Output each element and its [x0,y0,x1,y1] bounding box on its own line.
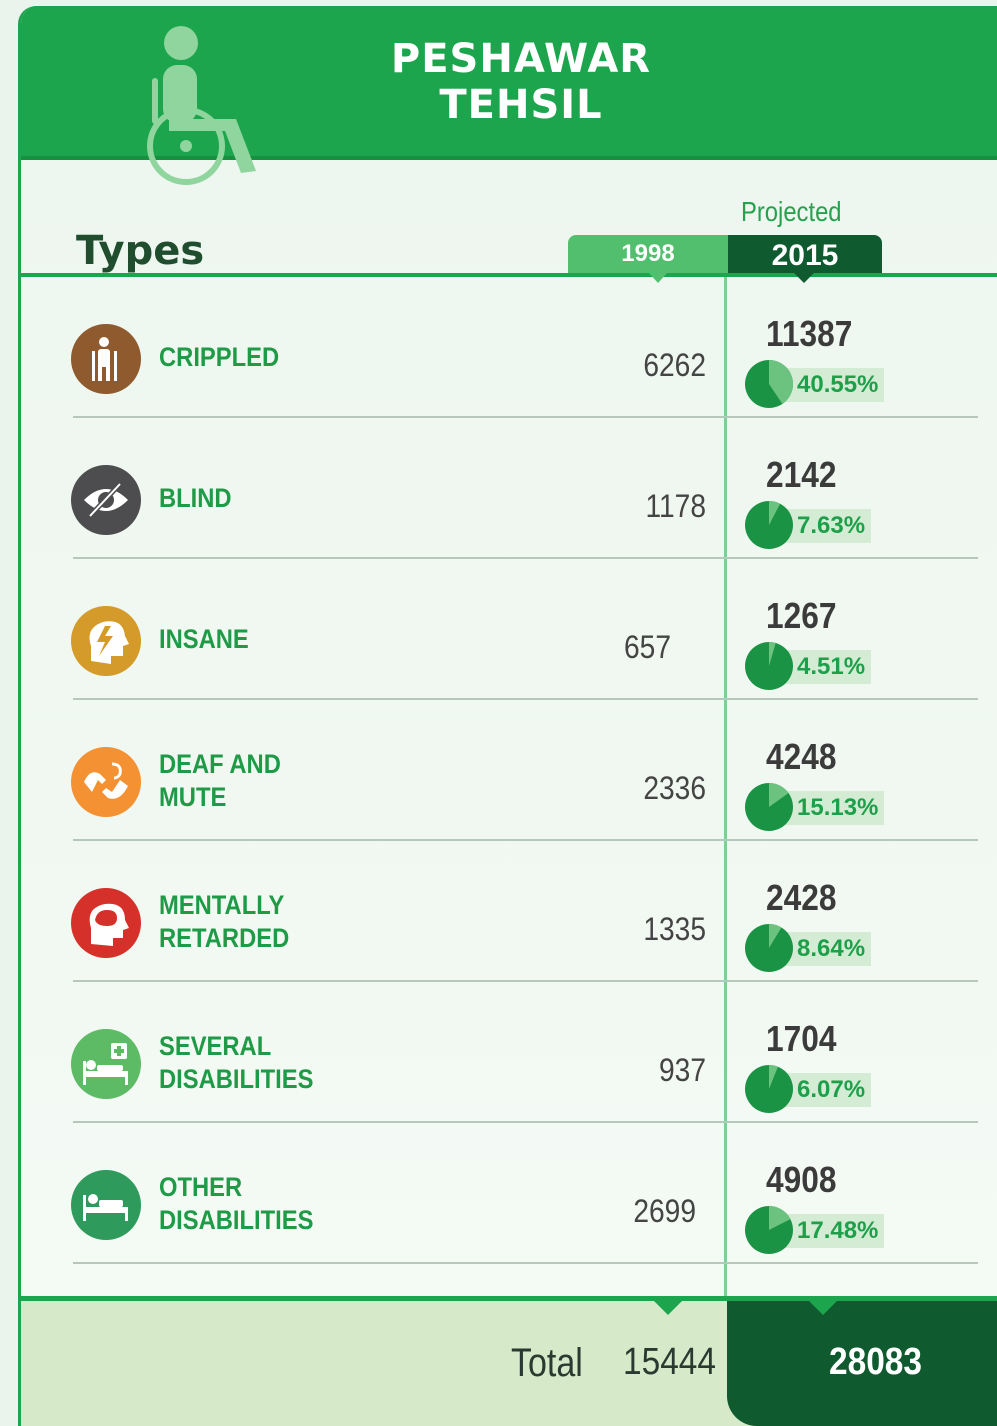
percent-pie [745,1065,793,1113]
row-label-line2: RETARDED [159,923,290,953]
value-2015: 4908 [766,1159,837,1200]
row-type-label: MENTALLY RETARDED [159,889,379,955]
percent-badge: 6.07% [781,1073,872,1107]
value-2015: 1267 [766,595,837,636]
row-label-line1: BLIND [159,483,232,513]
crutches-person-icon [71,324,141,394]
infographic-card: PESHAWAR TEHSIL Types Projected 1998 201… [18,6,997,1426]
row-label-line1: MENTALLY [159,890,285,920]
row-type-label: SEVERAL DISABILITIES [159,1030,379,1096]
row-label-line2: DISABILITIES [159,1205,314,1235]
value-2015: 2142 [766,454,837,495]
percent-badge: 4.51% [781,650,872,684]
bed-person-icon [71,1170,141,1240]
value-1998: 2699 [633,1193,696,1229]
percent-pie [745,1206,793,1254]
total-2015-pointer [809,1301,837,1315]
table-row: BLIND 1178 2142 7.63% [21,418,997,559]
row-label-line2: DISABILITIES [159,1064,314,1094]
table-row: CRIPPLED 6262 11387 40.55% [21,277,997,418]
percent-pie [745,783,793,831]
percent-pie [745,924,793,972]
value-2015: 11387 [766,313,853,354]
percent-badge: 40.55% [781,368,885,402]
value-2015: 1704 [766,1018,837,1059]
percent-pie [745,501,793,549]
value-1998: 6262 [643,347,706,383]
sign-language-icon [71,747,141,817]
table-row: OTHER DISABILITIES 2699 4908 17.48% [21,1123,997,1264]
row-type-label: DEAF AND MUTE [159,748,379,814]
eye-slash-icon [71,465,141,535]
value-2015: 4248 [766,736,837,777]
row-label-line1: CRIPPLED [159,342,280,372]
row-type-label: CRIPPLED [159,341,379,374]
row-label-line1: INSANE [159,624,249,654]
hospital-bed-plus-icon [71,1029,141,1099]
row-label-line1: SEVERAL [159,1031,272,1061]
total-1998-pointer [654,1301,682,1315]
total-1998-value: 15444 [623,1341,716,1383]
percent-pie [745,360,793,408]
row-label-line1: DEAF AND [159,749,281,779]
total-label: Total [511,1341,583,1385]
value-1998: 1178 [645,488,706,524]
types-column-label: Types [76,228,205,274]
table-row: DEAF AND MUTE 2336 4248 15.13% [21,700,997,841]
value-1998: 657 [624,629,671,665]
head-lightning-icon [71,606,141,676]
row-type-label: OTHER DISABILITIES [159,1171,379,1237]
brain-head-icon [71,888,141,958]
percent-badge: 17.48% [781,1214,885,1248]
value-2015: 2428 [766,877,837,918]
percent-badge: 7.63% [781,509,872,543]
table-row: MENTALLY RETARDED 1335 2428 8.64% [21,841,997,982]
percent-badge: 8.64% [781,932,872,966]
projected-label: Projected [741,196,842,227]
value-1998: 2336 [643,770,706,806]
year-1998-tab: 1998 [568,235,728,273]
row-label-line2: MUTE [159,782,227,812]
row-separator [73,1262,978,1264]
title-line1: PESHAWAR [390,36,652,82]
table-row: SEVERAL DISABILITIES 937 1704 6.07% [21,982,997,1123]
row-label-line1: OTHER [159,1172,243,1202]
year-2015-tab: 2015 [728,235,882,273]
row-type-label: BLIND [159,482,379,515]
value-1998: 937 [659,1052,706,1088]
row-type-label: INSANE [159,623,379,656]
percent-badge: 15.13% [781,791,885,825]
page-title: PESHAWAR TEHSIL [361,36,681,128]
total-2015-value: 28083 [829,1341,922,1383]
title-line2: TEHSIL [439,82,603,128]
value-1998: 1335 [643,911,706,947]
table-row: INSANE 657 1267 4.51% [21,559,997,700]
percent-pie [745,642,793,690]
wheelchair-icon [141,21,291,196]
